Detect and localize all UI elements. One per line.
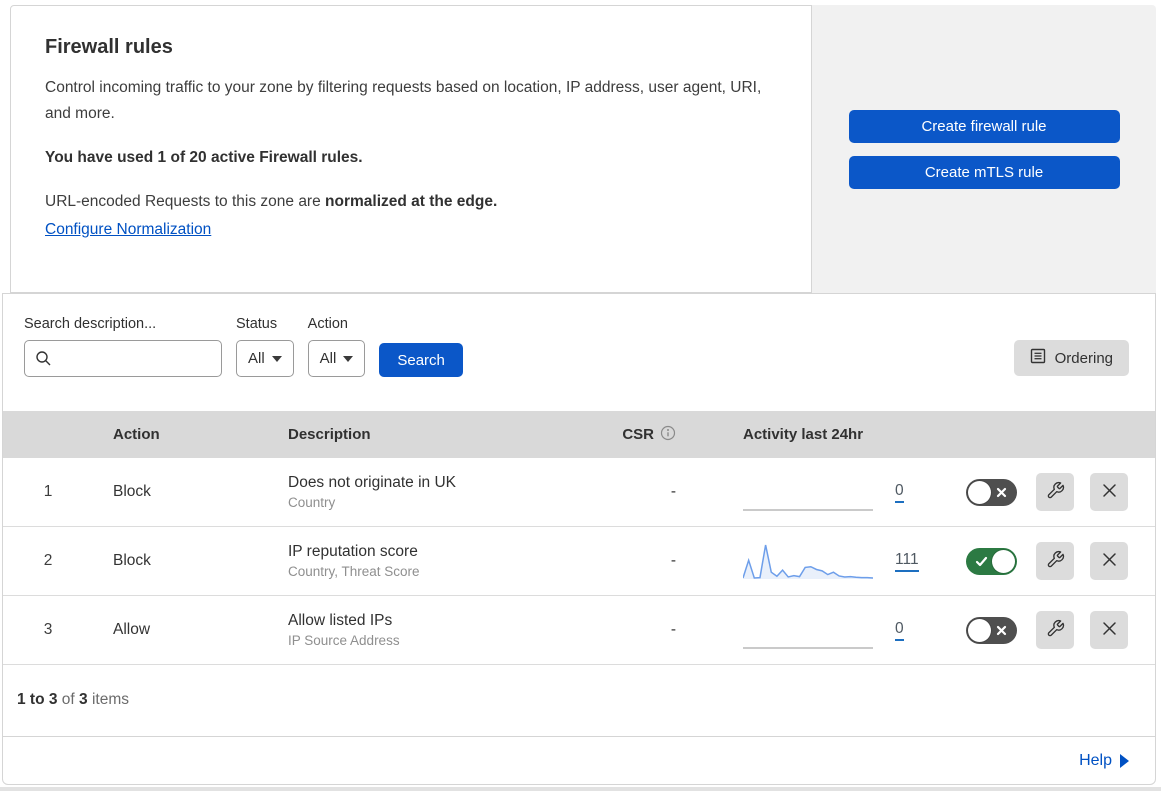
normalization-text: URL-encoded Requests to this zone are — [45, 193, 326, 211]
firewall-intro-card: Firewall rules Control incoming traffic … — [10, 5, 812, 293]
cta-panel: Create firewall rule Create mTLS rule — [812, 5, 1156, 293]
rule-action: Block — [113, 552, 151, 569]
search-input[interactable] — [24, 340, 222, 377]
x-icon — [994, 623, 1009, 638]
summary-of: of — [61, 691, 75, 708]
rule-enabled-toggle[interactable] — [966, 616, 1017, 644]
status-selected-value: All — [248, 350, 265, 367]
page-title: Firewall rules — [45, 36, 173, 58]
check-icon — [974, 554, 989, 569]
edit-rule-button[interactable] — [1036, 611, 1074, 649]
filter-bar: Search description... Status All Action … — [3, 294, 1155, 411]
table-row: 2 Block IP reputation score Country, Thr… — [3, 527, 1155, 596]
header-description: Description — [288, 426, 371, 443]
rule-enabled-toggle[interactable] — [966, 478, 1017, 506]
usage-summary: You have used 1 of 20 active Firewall ru… — [45, 149, 363, 167]
intro-description: Control incoming traffic to your zone by… — [45, 79, 762, 123]
configure-normalization-link[interactable]: Configure Normalization — [45, 221, 211, 238]
rule-action: Block — [113, 483, 151, 500]
action-select[interactable]: All — [307, 340, 366, 377]
activity-count-link[interactable]: 111 — [895, 551, 919, 572]
close-icon — [1101, 551, 1118, 571]
help-bar: Help — [3, 736, 1155, 784]
rule-fields: IP Source Address — [288, 633, 400, 648]
action-filter-group: Action All — [307, 316, 366, 377]
header-csr: CSR — [622, 426, 654, 443]
help-label: Help — [1079, 751, 1112, 769]
table-header: Action Description CSR Activity last 24h… — [3, 411, 1155, 458]
rules-list-card: Search description... Status All Action … — [2, 293, 1156, 785]
intro-section: Firewall rules Control incoming traffic … — [10, 5, 1156, 293]
ordering-button[interactable]: Ordering — [1013, 340, 1129, 376]
rule-fields: Country — [288, 495, 336, 510]
status-select[interactable]: All — [236, 340, 294, 377]
status-filter-group: Status All — [236, 316, 294, 377]
action-selected-value: All — [319, 350, 337, 367]
list-icon — [1030, 348, 1046, 368]
wrench-icon — [1046, 550, 1065, 572]
rule-enabled-toggle[interactable] — [966, 547, 1017, 575]
chevron-down-icon — [343, 355, 354, 362]
chevron-down-icon — [271, 355, 282, 362]
rule-priority: 1 — [43, 483, 53, 500]
next-section-edge — [0, 787, 1161, 791]
search-icon — [35, 350, 52, 372]
delete-rule-button[interactable] — [1090, 611, 1128, 649]
create-firewall-rule-button[interactable]: Create firewall rule — [848, 109, 1120, 143]
rule-description: Does not originate in UK — [288, 474, 457, 491]
activity-count-link[interactable]: 0 — [895, 620, 904, 641]
close-icon — [1101, 482, 1118, 502]
toggle-knob — [992, 549, 1015, 573]
activity-sparkline — [743, 539, 873, 583]
delete-rule-button[interactable] — [1090, 542, 1128, 580]
rules-table-body: 1 Block Does not originate in UK Country… — [3, 458, 1155, 665]
info-icon[interactable] — [660, 425, 676, 445]
help-link[interactable]: Help — [1079, 752, 1129, 770]
normalization-bold-text: normalized at the edge. — [325, 193, 498, 211]
rule-csr-value: - — [670, 483, 676, 500]
rule-action: Allow — [113, 621, 151, 638]
rule-description: IP reputation score — [288, 543, 418, 560]
activity-sparkline — [743, 608, 873, 652]
table-row: 3 Allow Allow listed IPs IP Source Addre… — [3, 596, 1155, 665]
x-icon — [994, 485, 1009, 500]
pagination-summary: 1 to 3 of 3 items — [3, 665, 1155, 736]
rule-csr-value: - — [670, 621, 676, 638]
status-label: Status — [236, 316, 278, 332]
close-icon — [1101, 620, 1118, 640]
rule-priority: 2 — [43, 552, 53, 569]
wrench-icon — [1046, 619, 1065, 641]
action-label: Action — [307, 316, 348, 332]
toggle-knob — [968, 618, 991, 642]
search-label: Search description... — [24, 316, 157, 332]
ordering-label: Ordering — [1054, 349, 1113, 367]
search-group: Search description... — [24, 316, 222, 377]
summary-total: 3 — [79, 691, 88, 708]
delete-rule-button[interactable] — [1090, 473, 1128, 511]
chevron-right-icon — [1120, 753, 1129, 768]
create-mtls-rule-button[interactable]: Create mTLS rule — [848, 155, 1120, 189]
rule-fields: Country, Threat Score — [288, 564, 420, 579]
wrench-icon — [1046, 481, 1065, 503]
header-activity: Activity last 24hr — [743, 426, 864, 443]
activity-sparkline — [743, 470, 873, 514]
rule-description: Allow listed IPs — [288, 612, 393, 629]
normalization-note: URL-encoded Requests to this zone are no… — [45, 193, 777, 211]
table-row: 1 Block Does not originate in UK Country… — [3, 458, 1155, 527]
header-action: Action — [113, 426, 160, 443]
edit-rule-button[interactable] — [1036, 542, 1074, 580]
search-button[interactable]: Search — [379, 343, 463, 377]
rule-csr-value: - — [670, 552, 676, 569]
edit-rule-button[interactable] — [1036, 473, 1074, 511]
toggle-knob — [968, 480, 991, 504]
summary-range: 1 to 3 — [17, 691, 58, 708]
summary-items: items — [91, 691, 130, 708]
activity-count-link[interactable]: 0 — [895, 482, 904, 503]
rule-priority: 3 — [43, 621, 53, 638]
